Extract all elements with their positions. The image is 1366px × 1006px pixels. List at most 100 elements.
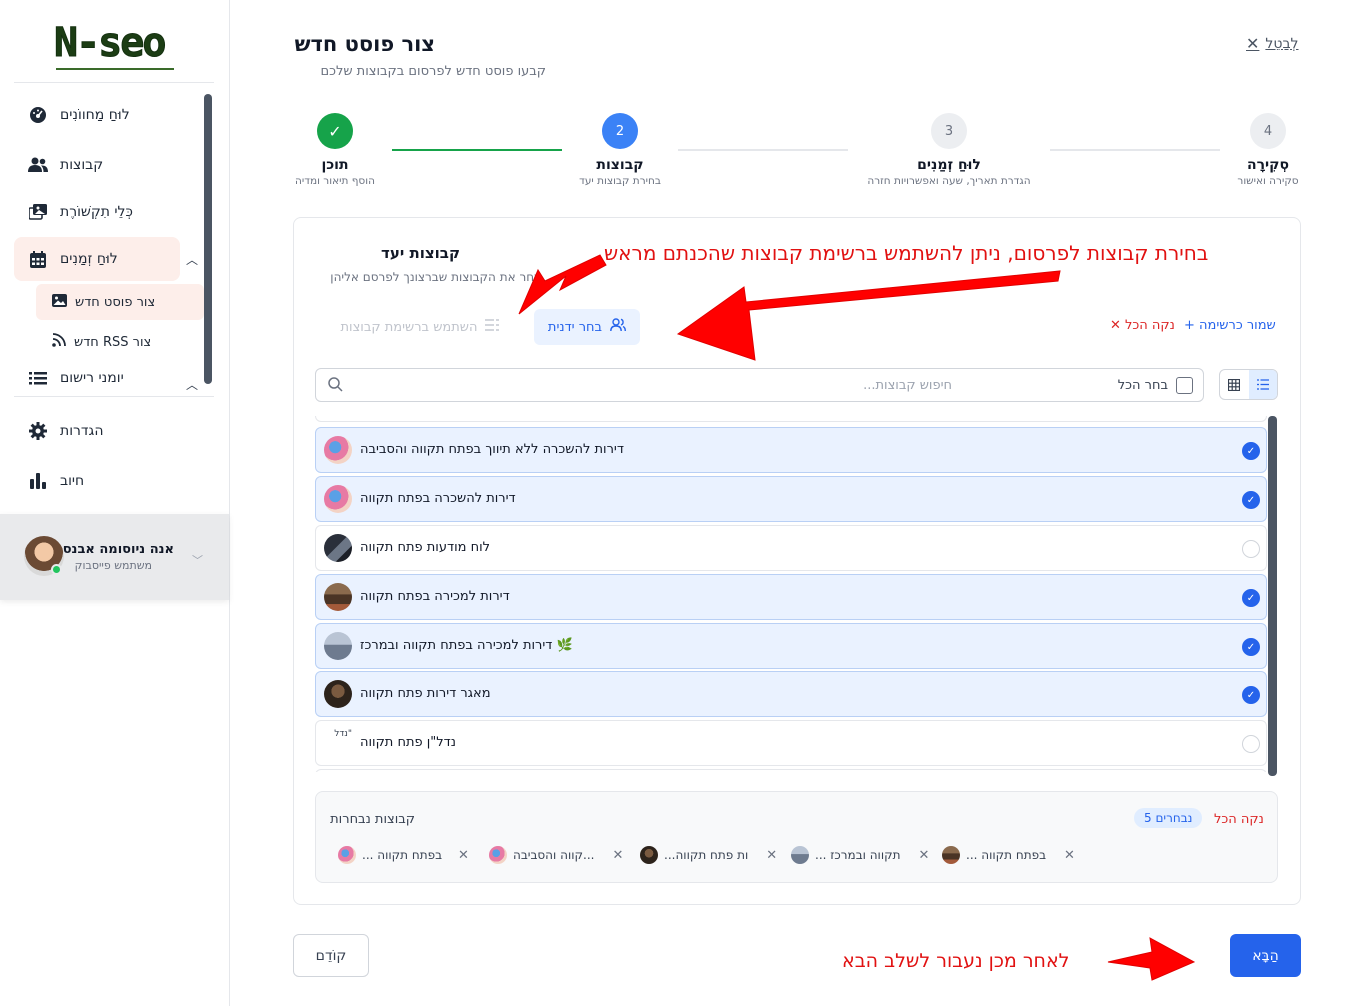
step-1-circle[interactable]: ✓ <box>317 113 353 149</box>
step-connector <box>678 149 848 151</box>
selected-count-badge: 5 נבחרים <box>1134 808 1203 828</box>
select-radio[interactable] <box>1242 735 1260 753</box>
list-item[interactable]: מאגר דירות פתח תקווה ✓ <box>315 671 1267 717</box>
sidebar-item-billing[interactable]: חיוב <box>14 459 200 503</box>
list-view-button[interactable] <box>1248 370 1277 399</box>
remove-chip-icon[interactable]: ✕ <box>1064 848 1075 863</box>
selected-chip: ...ות פתח תקווה ✕ <box>640 842 777 868</box>
page-subtitle: קבעו פוסט חדש לפרסום בקבוצות שלכם <box>320 64 546 79</box>
select-radio[interactable]: ✓ <box>1242 442 1260 460</box>
list-item[interactable]: דירות למכירה בפתח תקווה ובמרכז 🌿 ✓ <box>315 623 1267 669</box>
selected-chip: קווה והסביבה... ✕ <box>489 842 623 868</box>
select-radio[interactable]: ✓ <box>1242 638 1260 656</box>
step-3-circle[interactable]: 3 <box>931 113 967 149</box>
app-logo[interactable]: N-seo <box>53 12 180 70</box>
step-2-desc: בחירת קבוצות יעד <box>579 175 661 187</box>
image-icon <box>52 293 67 311</box>
step-number: 4 <box>1263 123 1273 139</box>
group-list-scrollbar[interactable] <box>1268 416 1277 776</box>
sidebar-scrollbar[interactable] <box>204 94 212 384</box>
clear-selected-button[interactable]: נקה הכל <box>1214 812 1264 827</box>
list-icon <box>485 319 500 335</box>
list-item[interactable]: נדל" נדל"ן פתח תקווה <box>315 720 1267 766</box>
group-name: דירות להשכרה בפתח תקווה <box>360 491 516 506</box>
search-input[interactable] <box>352 375 952 395</box>
select-all-checkbox[interactable]: בחר הכל <box>1118 377 1193 394</box>
save-as-list-button[interactable]: + שמור כרשימה <box>1184 318 1276 333</box>
sidebar-subitem-new-post[interactable]: צור פוסט חדש <box>36 284 204 320</box>
plus-icon: + <box>1184 318 1195 333</box>
group-name: נדל"ן פתח תקווה <box>360 735 456 750</box>
tab-manual-select[interactable]: בחר ידנית <box>534 309 640 345</box>
card-title: קבוצות יעד <box>381 244 460 262</box>
list-item[interactable]: דירות להשכרה ללא תיווך בפתח תקווה והסביב… <box>315 427 1267 473</box>
group-name: לוח מודעות פתח תקווה <box>360 540 491 555</box>
sidebar-subitem-new-rss[interactable]: חדש RSS צור <box>36 324 204 360</box>
list-item <box>315 416 1267 422</box>
selected-chip: ... תקווה ובמרכז ✕ <box>791 842 929 868</box>
chevron-up-icon[interactable]: ︿ <box>186 376 198 393</box>
remove-chip-icon[interactable]: ✕ <box>458 848 469 863</box>
list-item[interactable]: דירות למכירה בפתח תקווה ✓ <box>315 574 1267 620</box>
sidebar-item-groups[interactable]: קבוצות <box>14 143 200 187</box>
list-item[interactable]: דירות להשכרה בפתח תקווה ✓ <box>315 476 1267 522</box>
sidebar-item-label: כְּלֵי תִקְשׁוֹרֶת <box>60 204 133 220</box>
users-icon <box>28 155 48 175</box>
previous-button[interactable]: קוֹדֵם <box>293 934 369 977</box>
group-thumbnail-broken: נדל" <box>334 729 352 739</box>
close-icon: ✕ <box>1110 318 1121 333</box>
select-radio[interactable] <box>1242 540 1260 558</box>
grid-view-button[interactable] <box>1220 370 1249 399</box>
step-1-desc: הוסף תיאור ומדיה <box>295 175 375 187</box>
tab-label: בחר ידנית <box>547 319 603 335</box>
step-number: 2 <box>615 123 625 139</box>
cancel-label: לְבַטֵל <box>1265 35 1299 52</box>
chip-thumbnail <box>338 846 356 864</box>
remove-chip-icon[interactable]: ✕ <box>612 848 623 863</box>
step-connector <box>1050 149 1220 151</box>
chip-thumbnail <box>942 846 960 864</box>
check-icon: ✓ <box>1246 445 1256 457</box>
list-icon <box>1256 379 1269 390</box>
sidebar-item-dashboard[interactable]: לוּחַ מַחווֹנִים <box>14 93 200 137</box>
remove-chip-icon[interactable]: ✕ <box>766 848 777 863</box>
next-button[interactable]: הַבָּא <box>1230 934 1301 977</box>
clear-all-button[interactable]: ✕ נקה הכל <box>1110 318 1175 333</box>
select-radio[interactable]: ✓ <box>1242 589 1260 607</box>
step-2-circle[interactable]: 2 <box>602 113 638 149</box>
close-icon: ✕ <box>1246 34 1260 53</box>
step-connector <box>392 149 562 151</box>
chevron-down-icon[interactable]: ﹀ <box>192 552 203 568</box>
sidebar-item-settings[interactable]: הגדרות <box>14 409 200 453</box>
sidebar-item-label: חיוב <box>60 473 85 489</box>
sidebar-item-media[interactable]: כְּלֵי תִקְשׁוֹרֶת <box>14 190 200 234</box>
chip-label: קווה והסביבה... <box>513 848 595 862</box>
remove-chip-icon[interactable]: ✕ <box>919 848 930 863</box>
sidebar-item-schedule[interactable]: לוּחַ זְמַנִים <box>14 237 180 281</box>
user-role: משתמש פייסבוק <box>74 559 152 572</box>
gear-icon <box>28 421 48 441</box>
sidebar-item-logs-clip: יומני רישום <box>14 370 200 386</box>
user-profile[interactable]: אנה ניוסומה אבנס משתמש פייסבוק ﹀ <box>0 514 229 600</box>
cancel-button[interactable]: ✕ לְבַטֵל <box>1246 34 1299 53</box>
chevron-up-icon[interactable]: ︿ <box>186 251 198 268</box>
select-radio[interactable]: ✓ <box>1242 686 1260 704</box>
tab-use-group-list[interactable]: השתמש ברשימת קבוצות <box>322 309 518 345</box>
check-icon: ✓ <box>1246 641 1256 653</box>
select-radio[interactable]: ✓ <box>1242 491 1260 509</box>
step-4-circle[interactable]: 4 <box>1250 113 1286 149</box>
selected-chip: ... בפתח תקווה ✕ <box>338 842 469 868</box>
checkbox[interactable] <box>1176 377 1193 394</box>
check-icon: ✓ <box>328 121 342 141</box>
step-3-title: לוּחַ זְמַנִים <box>917 157 981 173</box>
sidebar-subitem-label: חדש RSS צור <box>74 334 152 350</box>
list-item[interactable]: לוח מודעות פתח תקווה <box>315 525 1267 571</box>
sidebar-item-label: לוּחַ מַחווֹנִים <box>60 107 130 123</box>
chip-label: ... בפתח תקווה <box>362 848 443 862</box>
group-thumbnail <box>324 436 352 464</box>
sidebar-item-logs[interactable]: יומני רישום <box>14 370 200 386</box>
user-name: אנה ניוסומה אבנס <box>62 542 174 557</box>
chip-thumbnail <box>640 846 658 864</box>
step-2-title: קבוצות <box>596 157 644 173</box>
calendar-icon <box>28 249 48 269</box>
